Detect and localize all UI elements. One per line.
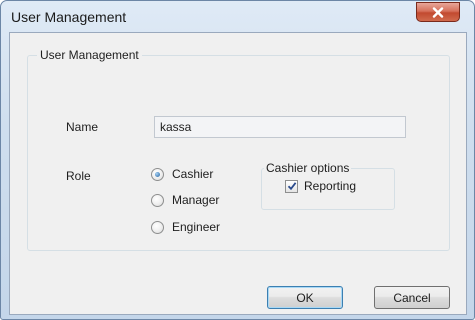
name-label: Name [66,120,99,134]
close-button[interactable] [416,2,460,22]
reporting-checkbox[interactable] [285,179,298,193]
manager-radio[interactable] [151,193,164,207]
role-option-manager[interactable]: Manager [151,193,219,207]
checkmark-icon [287,182,296,191]
ok-button[interactable]: OK [267,286,343,309]
title-bar[interactable]: User Management [1,1,474,33]
cancel-button[interactable]: Cancel [374,286,450,309]
dialog-window: User Management User Management Name Rol… [0,0,475,320]
cashier-label: Cashier [172,167,214,181]
cashier-options-title: Cashier options [264,161,352,175]
window-title: User Management [11,9,127,25]
role-option-engineer[interactable]: Engineer [151,220,220,234]
user-management-group: User Management Name Role Cashier Manage… [27,48,450,251]
cashier-radio[interactable] [151,167,164,181]
reporting-label: Reporting [304,179,357,193]
engineer-label: Engineer [172,220,221,234]
name-input[interactable] [154,116,406,138]
role-label: Role [66,169,91,183]
role-option-cashier[interactable]: Cashier [151,167,213,181]
reporting-option[interactable]: Reporting [285,179,356,193]
close-icon [432,6,444,18]
manager-label: Manager [172,193,220,207]
group-title: User Management [37,48,142,62]
cashier-options-group: Cashier options Reporting [261,161,395,210]
dialog-client-area: User Management Name Role Cashier Manage… [9,32,467,315]
engineer-radio[interactable] [151,220,164,234]
